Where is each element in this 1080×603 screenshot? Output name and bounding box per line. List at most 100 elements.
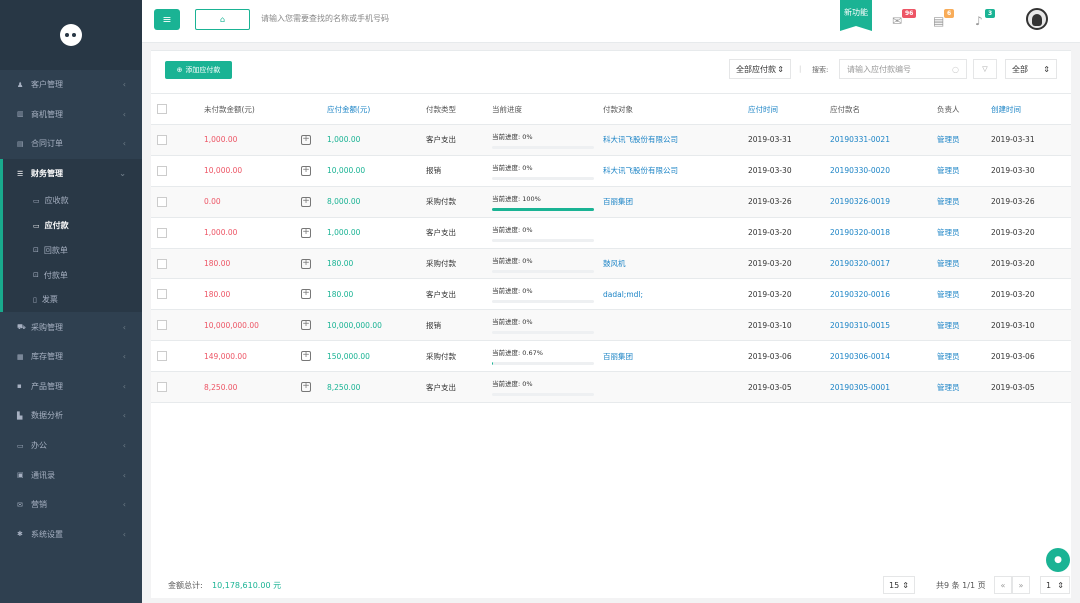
sidebar-item[interactable]: ▦ 库存管理 ‹ — [0, 342, 142, 372]
scope-select[interactable]: 全部 ⇕ — [1005, 59, 1057, 79]
header-name[interactable]: 应付款名 — [830, 94, 860, 124]
expand-plus-icon[interactable]: + — [301, 310, 311, 340]
cell-target[interactable]: 科大讯飞股份有限公司 — [603, 156, 678, 186]
cell-name[interactable]: 20190326-0019 — [830, 187, 890, 217]
avatar[interactable] — [1026, 8, 1048, 30]
expand-plus-icon[interactable]: + — [301, 341, 311, 371]
expand-plus-icon[interactable]: + — [301, 187, 311, 217]
table-row[interactable]: +149,000.00 150,000.00 采购付款 百丽集团 2019-03-06 2… — [151, 341, 1071, 373]
sidebar-item[interactable]: ✉ 营销 ‹ — [0, 490, 142, 520]
cell-owner[interactable]: 管理员 — [937, 156, 960, 186]
sidebar-item[interactable]: ☰ 财务管理 ⌄ — [0, 158, 142, 189]
submenu-item[interactable]: ⊡ 付款单 — [3, 263, 142, 288]
table-row[interactable]: +10,000.00 10,000.00 报销 科大讯飞股份有限公司 2019-03-3… — [151, 156, 1071, 187]
submenu-item[interactable]: ▭ 应收款 — [3, 188, 142, 213]
submenu-item[interactable]: ▭ 应付款 — [3, 213, 142, 238]
sidebar-item[interactable]: ▣ 通讯录 ‹ — [0, 460, 142, 490]
search-icon[interactable]: ○ — [952, 65, 959, 74]
cell-name[interactable]: 20190331-0021 — [830, 125, 890, 155]
table-row[interactable]: +1,000.00 1,000.00 客户支出 科大讯飞股份有限公司 2019-03-3… — [151, 125, 1071, 156]
cell-target[interactable]: 百丽集团 — [603, 341, 633, 371]
new-feature-ribbon[interactable]: 新功能 — [840, 0, 872, 31]
payable-search-input[interactable]: 请输入应付款编号 ○ — [839, 59, 967, 79]
row-checkbox[interactable] — [157, 279, 167, 309]
cell-owner[interactable]: 管理员 — [937, 279, 960, 309]
sidebar-item[interactable]: ▥ 商机管理 ‹ — [0, 100, 142, 130]
cell-target[interactable]: 科大讯飞股份有限公司 — [603, 125, 678, 155]
filter-button[interactable]: ▽ — [973, 59, 997, 79]
menu-toggle-button[interactable]: ≡ — [154, 9, 180, 30]
cell-owner[interactable]: 管理员 — [937, 218, 960, 248]
cell-name[interactable]: 20190330-0020 — [830, 156, 890, 186]
row-checkbox[interactable] — [157, 249, 167, 279]
sidebar-item[interactable]: ▤ 合同订单 ‹ — [0, 129, 142, 159]
expand-plus-icon[interactable]: + — [301, 156, 311, 186]
expand-plus-icon[interactable]: + — [301, 279, 311, 309]
add-payable-button[interactable]: ⊕ 添加应付款 — [165, 61, 232, 79]
row-checkbox[interactable] — [157, 125, 167, 155]
sidebar-item[interactable]: ▭ 办公 ‹ — [0, 431, 142, 461]
sidebar-item[interactable]: ⛟ 采购管理 ‹ — [0, 312, 142, 342]
cell-owner[interactable]: 管理员 — [937, 249, 960, 279]
cell-target[interactable]: 百丽集团 — [603, 187, 633, 217]
sidebar-item[interactable]: ▪ 产品管理 ‹ — [0, 372, 142, 402]
table-row[interactable]: +180.00 180.00 客户支出 dadal;mdl; 2019-03-20 201… — [151, 279, 1071, 311]
calendar-icon[interactable]: ▤ — [933, 14, 944, 28]
global-search-input[interactable]: 请输入您需要查找的名称或手机号码 — [261, 13, 389, 24]
row-checkbox[interactable] — [157, 372, 167, 402]
cell-name[interactable]: 20190320-0017 — [830, 249, 890, 279]
page-select[interactable]: 1 ⇕ — [1040, 576, 1070, 594]
cell-owner[interactable]: 管理员 — [937, 372, 960, 402]
header-created[interactable]: 创建时间 — [991, 94, 1021, 124]
header-type[interactable]: 付款类型 — [426, 94, 456, 124]
sidebar-item[interactable]: ▙ 数据分析 ‹ — [0, 401, 142, 431]
expand-plus-icon[interactable]: + — [301, 218, 311, 248]
header-amount[interactable]: 应付金额(元) — [327, 94, 370, 124]
expand-plus-icon[interactable]: + — [301, 372, 311, 402]
cell-target[interactable]: 鼓风机 — [603, 249, 626, 279]
header-due[interactable]: 应付时间 — [748, 94, 778, 124]
header-owner[interactable]: 负责人 — [937, 94, 960, 124]
sidebar-item[interactable]: ✱ 系统设置 ‹ — [0, 520, 142, 550]
cell-name[interactable]: 20190320-0018 — [830, 218, 890, 248]
next-page-button[interactable]: » — [1012, 576, 1030, 594]
chat-button[interactable]: ● — [1046, 548, 1070, 572]
cell-name[interactable]: 20190310-0015 — [830, 310, 890, 340]
cell-type: 采购付款 — [426, 197, 456, 207]
header-unpaid[interactable]: 未付款金额(元) — [204, 94, 255, 124]
submenu-item[interactable]: ⊡ 回款单 — [3, 238, 142, 263]
cell-owner[interactable]: 管理员 — [937, 187, 960, 217]
row-checkbox[interactable] — [157, 310, 167, 340]
cell-owner[interactable]: 管理员 — [937, 310, 960, 340]
prev-page-button[interactable]: « — [994, 576, 1012, 594]
cell-target[interactable]: dadal;mdl; — [603, 279, 643, 309]
cell-owner[interactable]: 管理员 — [937, 341, 960, 371]
cell-name[interactable]: 20190320-0016 — [830, 279, 890, 309]
logo[interactable] — [60, 24, 82, 46]
cell-owner[interactable]: 管理员 — [937, 125, 960, 155]
row-checkbox[interactable] — [157, 218, 167, 248]
payable-filter-select[interactable]: 全部应付款 ⇕ — [729, 59, 791, 79]
expand-plus-icon[interactable]: + — [301, 249, 311, 279]
row-checkbox[interactable] — [157, 187, 167, 217]
table-row[interactable]: +0.00 8,000.00 采购付款 百丽集团 2019-03-26 20190326-… — [151, 186, 1071, 218]
bell-icon[interactable]: ♪ — [975, 14, 983, 28]
select-all-checkbox[interactable] — [157, 94, 167, 124]
row-checkbox[interactable] — [157, 156, 167, 186]
cell-name[interactable]: 20190305-0001 — [830, 372, 890, 402]
header-progress[interactable]: 当前进度 — [492, 94, 522, 124]
table-row[interactable]: +8,250.00 8,250.00 客户支出 2019-03-05 20190305-… — [151, 372, 1071, 404]
table-row[interactable]: +1,000.00 1,000.00 客户支出 2019-03-20 20190320-… — [151, 218, 1071, 249]
cell-name[interactable]: 20190306-0014 — [830, 341, 890, 371]
message-icon[interactable]: ✉ — [892, 14, 902, 28]
table-row[interactable]: +10,000,000.00 10,000,000.00 报销 2019-03-10 2… — [151, 310, 1071, 342]
home-button[interactable]: ⌂ — [195, 9, 250, 30]
row-checkbox[interactable] — [157, 341, 167, 371]
home-icon: ⌂ — [219, 15, 226, 24]
page-size-select[interactable]: 15 ⇕ — [883, 576, 915, 594]
header-target[interactable]: 付款对象 — [603, 94, 633, 124]
expand-plus-icon[interactable]: + — [301, 125, 311, 155]
submenu-item[interactable]: ▯ 发票 — [3, 288, 142, 313]
sidebar-item[interactable]: ♟ 客户管理 ‹ — [0, 70, 142, 100]
table-row[interactable]: +180.00 180.00 采购付款 鼓风机 2019-03-20 20190320-0… — [151, 248, 1071, 280]
